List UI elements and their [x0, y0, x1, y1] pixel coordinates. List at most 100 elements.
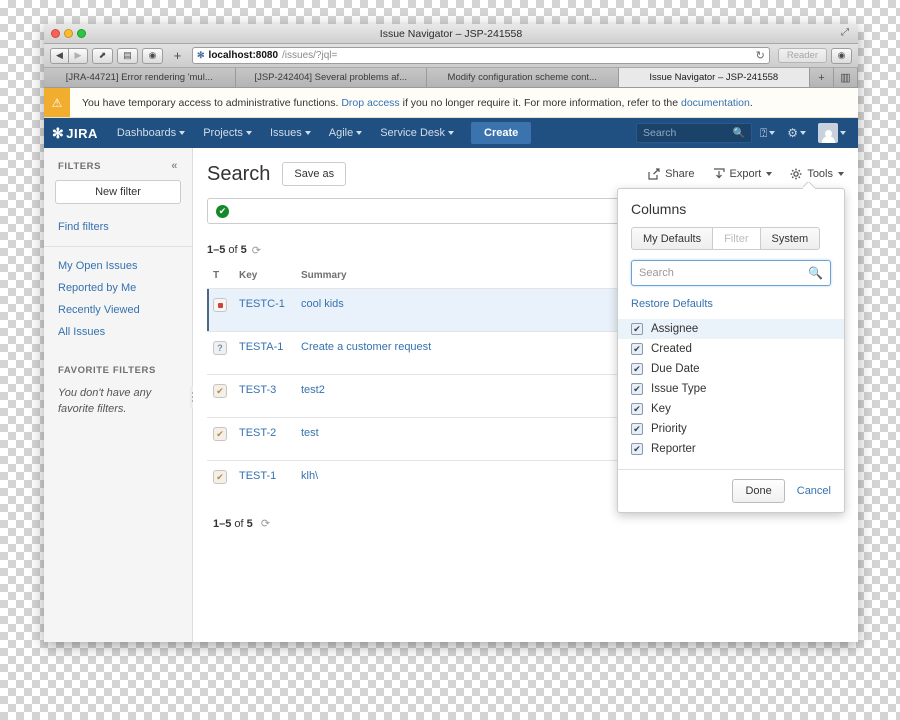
tab-my-defaults[interactable]: My Defaults [631, 227, 714, 250]
task-icon: ✔ [213, 384, 227, 398]
columns-option-due-date[interactable]: ✔ Due Date [618, 359, 844, 379]
help-icon: ⍰ [760, 125, 768, 140]
back-button[interactable]: ◀ [50, 47, 69, 64]
favorite-filters-heading: FAVORITE FILTERS [44, 343, 192, 384]
issue-key-link[interactable]: TEST-2 [239, 427, 276, 439]
checkbox-checked-icon[interactable]: ✔ [631, 363, 643, 375]
issue-key-link[interactable]: TESTA-1 [239, 341, 283, 353]
sidebar-item-my-open-issues[interactable]: My Open Issues [44, 255, 192, 277]
columns-search-input[interactable]: Search 🔍 [631, 260, 831, 286]
global-search-placeholder: Search [643, 127, 677, 139]
address-bar[interactable]: ✻ localhost:8080 /issues/?jql= ↻ [192, 47, 770, 64]
page-title: Search [207, 162, 271, 185]
popup-title: Columns [631, 201, 687, 217]
sidebar-item-find-filters[interactable]: Find filters [44, 216, 192, 238]
columns-option-label: Reporter [651, 443, 696, 455]
global-search-input[interactable]: Search 🔍 [636, 123, 753, 143]
col-header-summary[interactable]: Summary [295, 270, 667, 289]
page-content: ⚠ You have temporary access to administr… [44, 88, 858, 642]
settings-menu[interactable]: ⚙ [783, 126, 810, 140]
refresh-icon[interactable]: ⟳ [261, 518, 270, 530]
browser-tab-4-active[interactable]: Issue Navigator – JSP-241558 [618, 68, 810, 87]
columns-option-key[interactable]: ✔ Key [618, 399, 844, 419]
sidebar-item-all-issues[interactable]: All Issues [44, 321, 192, 343]
results-of: of [228, 244, 238, 256]
reload-icon[interactable]: ↻ [756, 49, 765, 62]
checkbox-checked-icon[interactable]: ✔ [631, 443, 643, 455]
share-icon[interactable]: ⬈ [92, 47, 113, 64]
tab-system[interactable]: System [759, 227, 821, 250]
issue-key-link[interactable]: TEST-1 [239, 470, 276, 482]
nav-buttons: ◀ ▶ [50, 47, 88, 64]
issue-key-link[interactable]: TESTC-1 [239, 298, 285, 310]
fullscreen-icon[interactable]: ⤢ [841, 28, 851, 38]
cell-key: TEST-3 [233, 374, 295, 418]
cancel-link[interactable]: Cancel [797, 485, 831, 497]
browser-tab-2[interactable]: [JSP-242404] Several problems af... [235, 68, 427, 87]
restore-defaults-link[interactable]: Restore Defaults [631, 298, 831, 310]
issue-summary-link[interactable]: klh\ [301, 470, 318, 482]
checkbox-checked-icon[interactable]: ✔ [631, 423, 643, 435]
jira-logo-mark: ✻ [52, 124, 65, 141]
sidebar-icon[interactable]: ▤ [117, 47, 138, 64]
tools-label: Tools [807, 168, 833, 180]
checkbox-checked-icon[interactable]: ✔ [631, 343, 643, 355]
share-button[interactable]: Share [648, 168, 695, 180]
nav-item-service-desk[interactable]: Service Desk [371, 118, 463, 148]
col-header-key[interactable]: Key [233, 270, 295, 289]
tools-button[interactable]: Tools [790, 168, 844, 180]
issue-key-link[interactable]: TEST-3 [239, 384, 276, 396]
drop-access-link[interactable]: Drop access [341, 97, 399, 109]
done-button[interactable]: Done [732, 479, 785, 503]
nav-item-projects[interactable]: Projects [194, 118, 261, 148]
issue-summary-link[interactable]: test2 [301, 384, 325, 396]
issue-summary-link[interactable]: cool kids [301, 298, 344, 310]
browser-toolbar: ◀ ▶ ⬈ ▤ ◉ + ✻ localhost:8080 /issues/?jq… [44, 44, 858, 68]
documentation-link[interactable]: documentation [681, 97, 750, 109]
help-menu[interactable]: ⍰ [756, 126, 779, 141]
gear-icon: ⚙ [787, 126, 798, 140]
columns-option-assignee[interactable]: ✔ Assignee [618, 319, 844, 339]
save-as-button[interactable]: Save as [282, 162, 347, 186]
reader-button[interactable]: Reader [777, 48, 827, 63]
issue-summary-link[interactable]: Create a customer request [301, 341, 431, 353]
col-header-type[interactable]: T [207, 270, 233, 289]
profile-menu[interactable] [814, 123, 850, 143]
add-tab-button[interactable]: + [810, 68, 834, 87]
privacy-icon[interactable]: ◉ [142, 47, 163, 64]
issue-summary-link[interactable]: test [301, 427, 319, 439]
sidebar-item-reported-by-me[interactable]: Reported by Me [44, 277, 192, 299]
service-request-icon: ? [213, 341, 227, 355]
checkbox-checked-icon[interactable]: ✔ [631, 383, 643, 395]
cell-summary: cool kids [295, 288, 667, 332]
export-button[interactable]: Export [713, 168, 773, 180]
banner-text-middle: if you no longer require it. For more in… [399, 96, 681, 109]
refresh-icon[interactable]: ⟳ [252, 244, 261, 257]
browser-tab-3[interactable]: Modify configuration scheme cont... [427, 68, 619, 87]
columns-option-priority[interactable]: ✔ Priority [618, 419, 844, 439]
collapse-sidebar-icon[interactable]: « [171, 160, 178, 172]
header-actions: Share Export Tools [648, 168, 844, 180]
sidebar-item-recently-viewed[interactable]: Recently Viewed [44, 299, 192, 321]
forward-button[interactable]: ▶ [69, 47, 88, 64]
new-filter-button[interactable]: New filter [55, 180, 181, 204]
browser-tab-1[interactable]: [JRA-44721] Error rendering 'mul... [44, 68, 236, 87]
nav-item-agile[interactable]: Agile [320, 118, 371, 148]
site-favicon: ✻ [197, 50, 205, 60]
nav-item-dashboards[interactable]: Dashboards [108, 118, 194, 148]
nav-item-issues[interactable]: Issues [261, 118, 320, 148]
columns-option-issue-type[interactable]: ✔ Issue Type [618, 379, 844, 399]
checkbox-checked-icon[interactable]: ✔ [631, 323, 643, 335]
tab-overview-icon[interactable]: ▥ [834, 68, 858, 87]
jira-logo[interactable]: ✻ JIRA [52, 125, 98, 142]
checkbox-checked-icon[interactable]: ✔ [631, 403, 643, 415]
banner-text-before: You have temporary access to administrat… [82, 96, 342, 109]
columns-option-created[interactable]: ✔ Created [618, 339, 844, 359]
downloads-icon[interactable]: ◉ [831, 47, 852, 64]
columns-option-reporter[interactable]: ✔ Reporter [618, 439, 844, 459]
nav-label-agile: Agile [328, 127, 354, 139]
tab-filter: Filter [713, 227, 760, 250]
search-icon: 🔍 [808, 266, 823, 280]
new-tab-button[interactable]: + [167, 48, 188, 64]
create-button[interactable]: Create [471, 122, 532, 144]
